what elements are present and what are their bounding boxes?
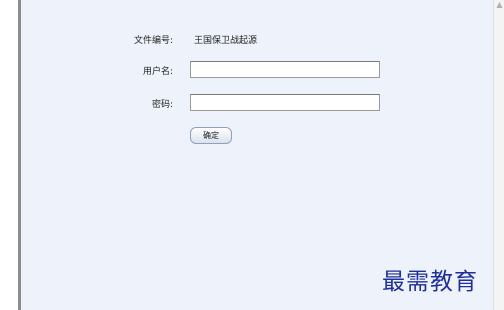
username-label: 用户名: — [142, 67, 173, 77]
password-label: 密码: — [151, 100, 173, 110]
username-field[interactable] — [190, 61, 380, 78]
doc-number-value: 王国保卫战起源 — [194, 36, 258, 46]
doc-number-label: 文件编号: — [133, 36, 173, 46]
chevron-up-icon[interactable]: ▲ — [495, 0, 504, 10]
vertical-scrollbar[interactable]: ▲ — [493, 0, 504, 310]
submit-button[interactable]: 确定 — [190, 127, 232, 144]
password-field[interactable] — [190, 94, 380, 111]
watermark: 最需教育 — [382, 269, 478, 295]
